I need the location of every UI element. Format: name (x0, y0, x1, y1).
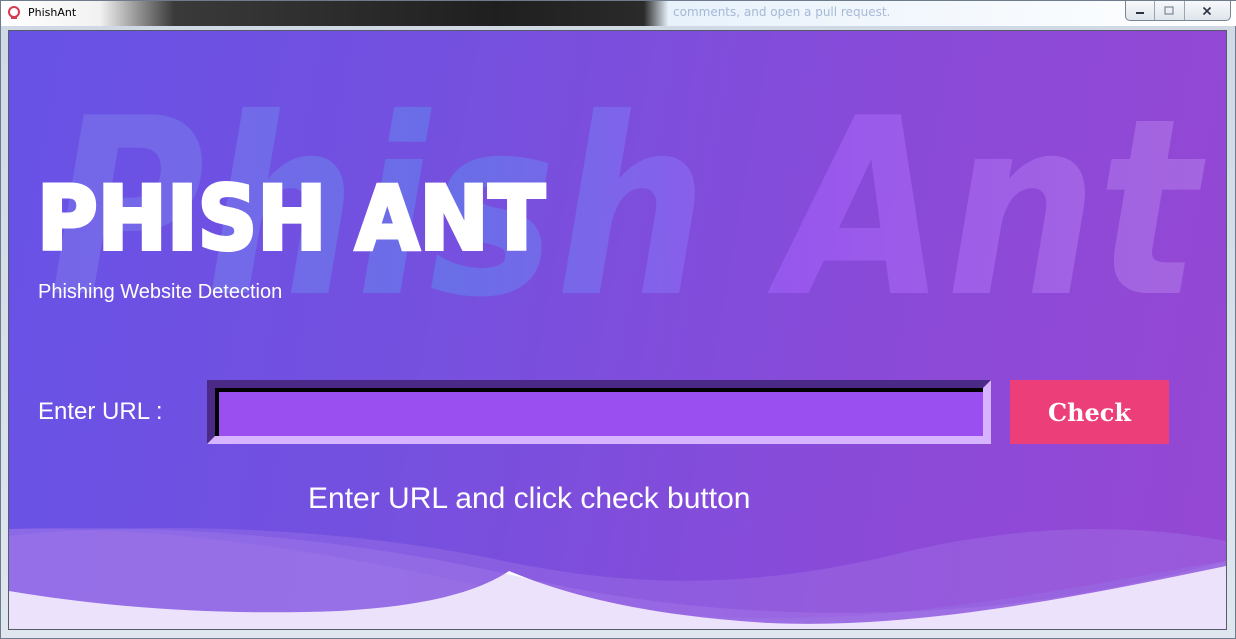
check-button[interactable]: Check (1010, 380, 1169, 444)
window-controls (1125, 1, 1231, 21)
minimize-icon (1136, 11, 1145, 14)
app-window: PhishAnt comments, and open a pull reque… (0, 0, 1236, 639)
wave-decoration (9, 527, 1226, 629)
app-logo: PHISH ANT (37, 171, 547, 255)
minimize-button[interactable] (1126, 1, 1156, 20)
background-caption: comments, and open a pull request. (673, 5, 891, 19)
title-bar[interactable]: PhishAnt comments, and open a pull reque… (1, 1, 1236, 26)
maximize-button[interactable] (1155, 1, 1185, 20)
url-input[interactable] (207, 380, 991, 444)
main-panel: Phish Ant PHISH ANT Phishing Website Det… (8, 30, 1227, 630)
svg-text:PHISH ANT: PHISH ANT (37, 171, 545, 255)
url-label: Enter URL : (38, 398, 163, 425)
status-message: Enter URL and click check button (308, 482, 751, 515)
close-icon (1203, 6, 1212, 15)
maximize-icon (1164, 6, 1175, 15)
close-button[interactable] (1185, 1, 1230, 20)
app-subtitle: Phishing Website Detection (38, 281, 283, 303)
app-icon (8, 6, 20, 19)
window-title: PhishAnt (28, 6, 77, 19)
